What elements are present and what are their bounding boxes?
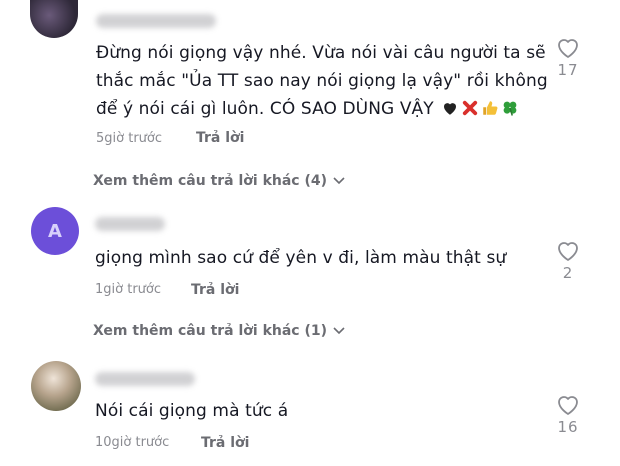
- black-heart-icon: [444, 103, 457, 115]
- heart-outline-icon: [558, 242, 578, 261]
- chevron-down-icon: [333, 177, 345, 185]
- comment-1-username[interactable]: [96, 14, 216, 28]
- comment-3-avatar[interactable]: [31, 361, 81, 411]
- comment-1-line-3: để ý nói cái gì luôn. CÓ SAO DÙNG VẬY: [96, 96, 519, 122]
- comment-1-line-1: Đừng nói giọng vậy nhé. Vừa nói vài câu …: [96, 43, 546, 63]
- avatar-letter: A: [48, 220, 62, 242]
- comment-3-username[interactable]: [95, 372, 195, 386]
- heart-outline-icon: [558, 396, 578, 415]
- comment-3-like-count: 16: [557, 418, 579, 436]
- view-more-label: Xem thêm câu trả lời khác (4): [93, 173, 328, 189]
- chevron-down-icon: [333, 327, 345, 335]
- comment-3-like-button[interactable]: 16: [553, 394, 583, 436]
- four-leaf-clover-icon: [503, 101, 517, 116]
- comment-1-line-3-text: để ý nói cái gì luôn. CÓ SAO DÙNG VẬY: [96, 99, 434, 119]
- comment-2-line-1: giọng mình sao cứ để yên v đi, làm màu t…: [95, 248, 507, 268]
- comment-3-time: 10giờ trước: [95, 435, 170, 450]
- thumbs-up-icon: [483, 101, 498, 115]
- comment-1-like-count: 17: [557, 61, 579, 79]
- comment-1-like-button[interactable]: 17: [553, 37, 583, 79]
- comment-1-time: 5giờ trước: [96, 131, 163, 146]
- comment-3-reply-button[interactable]: Trả lời: [201, 435, 249, 451]
- comment-1-line-2: thắc mắc "Ủa TT sao nay nói giọng lạ vậy…: [96, 71, 548, 91]
- comment-1-avatar[interactable]: [30, 0, 78, 38]
- comment-2-time: 1giờ trước: [95, 282, 162, 297]
- comment-2-like-button[interactable]: 2: [553, 240, 583, 282]
- comment-2-username[interactable]: [95, 217, 165, 231]
- comment-1-reply-button[interactable]: Trả lời: [196, 130, 244, 146]
- comment-2-reply-button[interactable]: Trả lời: [191, 282, 239, 298]
- view-more-label: Xem thêm câu trả lời khác (1): [93, 323, 328, 339]
- comment-3-line-1: Nói cái giọng mà tức á: [95, 401, 289, 421]
- comment-2-like-count: 2: [562, 264, 574, 282]
- comment-2-view-more-replies[interactable]: Xem thêm câu trả lời khác (1): [93, 323, 345, 339]
- heart-outline-icon: [558, 39, 578, 58]
- comment-1-view-more-replies[interactable]: Xem thêm câu trả lời khác (4): [93, 173, 345, 189]
- cross-mark-icon: [463, 100, 478, 116]
- comment-2-avatar[interactable]: A: [31, 207, 79, 255]
